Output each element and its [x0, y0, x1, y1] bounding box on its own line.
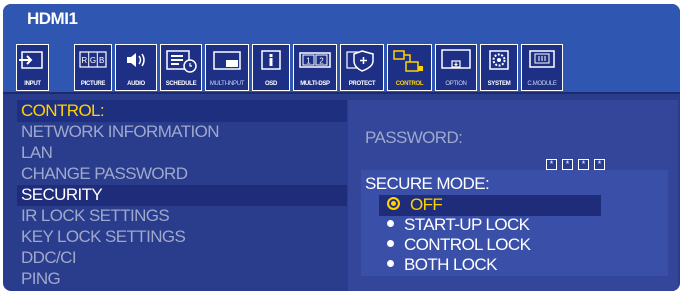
password-char: *: [546, 159, 557, 170]
schedule-icon: [161, 48, 201, 76]
toolbar-label: AUDIO: [127, 81, 145, 87]
option-label: CONTROL LOCK: [404, 235, 531, 254]
gear-icon: [481, 48, 517, 76]
title-bar: HDMI1: [3, 4, 680, 34]
secure-mode-option-startup-lock[interactable]: START-UP LOCK: [387, 215, 530, 235]
toolbar-label: MULTI-DSP: [300, 81, 330, 87]
toolbar-input-button[interactable]: INPUT: [16, 44, 49, 91]
toolbar-schedule-button[interactable]: SCHEDULE: [160, 44, 202, 91]
option-label: OFF: [410, 195, 443, 214]
radio-bullet-icon: [387, 260, 394, 268]
menu-item-key-lock-settings[interactable]: KEY LOCK SETTINGS: [21, 227, 186, 247]
secure-mode-group: SECURE MODE: OFF START-UP LOCK CONTROL L…: [361, 170, 668, 276]
toolbar-multi-dsp-button[interactable]: 1 2 MULTI-DSP: [293, 44, 337, 91]
radio-selected-icon: [387, 197, 400, 211]
option-label: BOTH LOCK: [404, 255, 497, 274]
secure-mode-option-control-lock[interactable]: CONTROL LOCK: [387, 235, 531, 255]
info-icon: [253, 48, 289, 76]
password-char: *: [594, 159, 605, 170]
osd-window: HDMI1 INPUT R G B PICTURE AUDIO SCHEDULE…: [3, 4, 680, 291]
secure-mode-label: SECURE MODE:: [365, 174, 490, 193]
menu-item-security[interactable]: SECURITY: [21, 185, 103, 205]
multi-input-icon: [206, 48, 248, 76]
menu-item-lan[interactable]: LAN: [21, 143, 53, 163]
password-char: *: [578, 159, 589, 170]
control-icon: [388, 48, 431, 76]
toolbar-multi-input-button[interactable]: MULTI-INPUT: [205, 44, 249, 91]
menu-item-ddc-ci[interactable]: DDC/CI: [21, 248, 77, 268]
svg-text:B: B: [99, 56, 104, 65]
toolbar-divider: [3, 92, 680, 94]
menu-item-change-password[interactable]: CHANGE PASSWORD: [21, 164, 188, 184]
option-icon: [436, 48, 476, 76]
picture-rgb-icon: R G B: [75, 48, 111, 76]
secure-mode-option-both-lock[interactable]: BOTH LOCK: [387, 255, 497, 275]
control-menu: CONTROL: NETWORK INFORMATION LAN CHANGE …: [17, 100, 347, 291]
password-char: *: [562, 159, 573, 170]
toolbar-osd-button[interactable]: OSD: [252, 44, 290, 91]
toolbar-cmodule-button[interactable]: C.MODULE: [521, 44, 563, 91]
toolbar-label: MULTI-INPUT: [209, 81, 245, 87]
toolbar-picture-button[interactable]: R G B PICTURE: [74, 44, 112, 91]
speaker-icon: [116, 48, 156, 76]
toolbar-label: INPUT: [24, 81, 41, 87]
toolbar-label: SYSTEM: [487, 81, 511, 87]
toolbar-control-button[interactable]: CONTROL: [387, 44, 432, 91]
menu-toolbar: INPUT R G B PICTURE AUDIO SCHEDULE MULTI…: [3, 34, 680, 94]
toolbar-audio-button[interactable]: AUDIO: [115, 44, 157, 91]
menu-item-ping[interactable]: PING: [21, 269, 61, 289]
toolbar-label: C.MODULE: [527, 81, 557, 87]
window-title: HDMI1: [27, 9, 78, 28]
multi-display-icon: 1 2: [294, 48, 336, 76]
toolbar-label: SCHEDULE: [165, 81, 197, 87]
toolbar-label: OSD: [264, 81, 278, 87]
shield-icon: [341, 48, 383, 76]
svg-text:G: G: [90, 56, 96, 65]
toolbar-option-button[interactable]: OPTION: [435, 44, 477, 91]
menu-item-ir-lock-settings[interactable]: IR LOCK SETTINGS: [21, 206, 170, 226]
security-settings-panel: PASSWORD: * * * * SECURE MODE: OFF START-UP…: [348, 100, 678, 291]
compute-module-icon: [522, 48, 562, 76]
toolbar-protect-button[interactable]: PROTECT: [340, 44, 384, 91]
option-label: START-UP LOCK: [404, 215, 530, 234]
menu-item-network-information[interactable]: NETWORK INFORMATION: [21, 122, 220, 142]
toolbar-system-button[interactable]: SYSTEM: [480, 44, 518, 91]
svg-text:R: R: [81, 56, 87, 65]
radio-bullet-icon: [387, 240, 394, 248]
password-label: PASSWORD:: [365, 128, 463, 147]
toolbar-label: CONTROL: [395, 81, 424, 87]
menu-header: CONTROL:: [21, 101, 105, 120]
radio-bullet-icon: [387, 220, 394, 228]
svg-text:2: 2: [319, 57, 324, 66]
toolbar-label: PICTURE: [80, 81, 106, 87]
input-icon: [17, 48, 48, 76]
secure-mode-option-off[interactable]: OFF: [387, 195, 443, 215]
toolbar-label: OPTION: [445, 81, 467, 87]
svg-text:1: 1: [306, 57, 311, 66]
toolbar-label: PROTECT: [348, 81, 376, 87]
